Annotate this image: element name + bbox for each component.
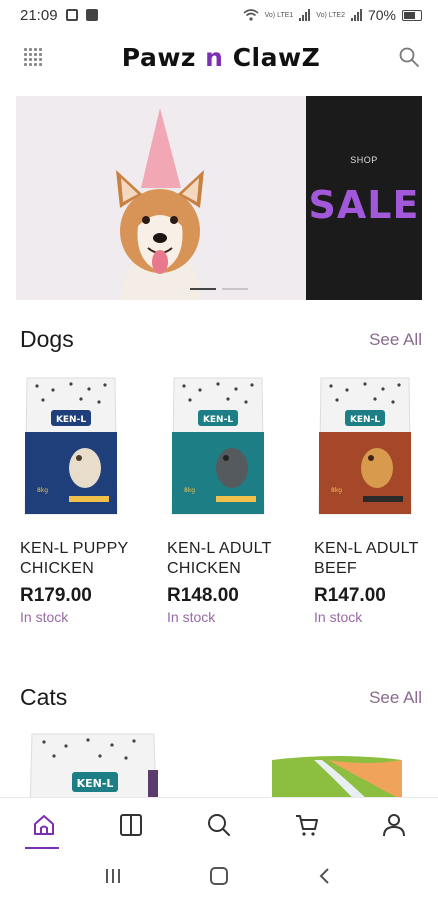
brand-text-pawz: Pawz <box>121 42 206 72</box>
status-bar: 21:09 Vo) LTE1 Vo) LTE2 70% <box>0 0 438 30</box>
brand-text-clawz: ClawZ <box>223 42 321 72</box>
nav-catalog[interactable] <box>109 803 153 847</box>
svg-text:KEN-L: KEN-L <box>56 415 86 425</box>
wifi-icon <box>243 9 259 21</box>
brand-text-n: n <box>205 42 224 72</box>
search-icon[interactable] <box>398 46 420 68</box>
product-card[interactable]: KEN-L 8kg KEN-L ADULT CHICKEN R148.00 In … <box>167 372 314 625</box>
notification-icon <box>65 9 78 21</box>
stock-status: In stock <box>167 609 216 625</box>
dogs-section-header: Dogs See All <box>20 326 422 353</box>
carousel-dot-2[interactable] <box>222 288 248 290</box>
carousel-indicator[interactable] <box>190 288 248 290</box>
sale-label: SALE <box>308 183 420 227</box>
network-label-2: Vo) LTE2 <box>316 11 345 19</box>
stock-status: In stock <box>20 609 69 625</box>
svg-text:8kg: 8kg <box>184 487 195 494</box>
svg-text:KEN-L: KEN-L <box>203 415 233 425</box>
bottom-nav <box>0 797 438 852</box>
stock-status: In stock <box>314 609 363 625</box>
svg-text:KEN-L: KEN-L <box>77 777 114 790</box>
cats-section-header: Cats See All <box>20 684 422 711</box>
signal-icon-1 <box>299 9 311 21</box>
system-nav-bar <box>0 852 438 900</box>
product-image[interactable]: KEN-L <box>28 730 178 797</box>
promo-banner[interactable]: SHOP SALE <box>16 96 422 300</box>
dogs-product-list: KEN-L 8kg KEN-L PUPPY CHICKEN R179.00 In … <box>20 372 438 625</box>
search-icon <box>207 814 230 836</box>
shop-label: SHOP <box>350 155 378 165</box>
dogs-see-all-link[interactable]: See All <box>369 330 422 350</box>
svg-text:8kg: 8kg <box>331 487 342 494</box>
back-icon[interactable] <box>314 866 336 886</box>
product-name[interactable]: KEN-L ADULT CHICKEN <box>167 539 314 579</box>
banner-dog-photo <box>16 96 306 300</box>
party-dog-illustration <box>116 108 204 300</box>
svg-text:KEN-L: KEN-L <box>350 415 380 425</box>
cart-icon <box>295 815 318 836</box>
dogs-section-title: Dogs <box>20 326 74 352</box>
user-icon <box>383 814 406 837</box>
nav-search[interactable] <box>197 803 241 847</box>
sale-panel[interactable]: SHOP SALE <box>306 96 422 300</box>
menu-grid-icon[interactable] <box>22 46 44 68</box>
product-price: R147.00 <box>314 585 386 606</box>
signal-icon-2 <box>350 9 362 21</box>
recent-apps-icon[interactable] <box>102 866 124 886</box>
product-price: R179.00 <box>20 585 92 606</box>
battery-icon <box>402 9 422 21</box>
home-icon <box>33 815 54 835</box>
catalog-icon <box>120 814 143 836</box>
status-time: 21:09 <box>20 6 58 24</box>
product-image[interactable]: KEN-L 8kg <box>23 372 119 520</box>
product-name[interactable]: KEN-L PUPPY CHICKEN <box>20 539 167 579</box>
nav-cart[interactable] <box>285 803 329 847</box>
battery-percent: 70% <box>367 7 396 23</box>
cats-product-list: KEN-L <box>20 730 420 797</box>
nav-home[interactable] <box>22 803 66 849</box>
product-image[interactable]: KEN-L 8kg <box>170 372 266 520</box>
brand-logo[interactable]: Pawz n ClawZ <box>122 43 320 72</box>
gallery-icon <box>85 9 98 21</box>
nav-account[interactable] <box>372 803 416 847</box>
cats-section-title: Cats <box>20 684 68 710</box>
carousel-dot-1[interactable] <box>190 288 216 290</box>
product-image[interactable] <box>268 730 408 797</box>
product-card[interactable]: KEN-L 8kg KEN-L ADULT BEEF R147.00 In sto… <box>314 372 438 625</box>
cats-see-all-link[interactable]: See All <box>369 688 422 708</box>
svg-text:8kg: 8kg <box>37 487 48 494</box>
product-price: R148.00 <box>167 585 239 606</box>
home-button-icon[interactable] <box>208 866 230 886</box>
app-header: Pawz n ClawZ <box>0 34 438 80</box>
product-name[interactable]: KEN-L ADULT BEEF <box>314 539 438 579</box>
product-card[interactable]: KEN-L 8kg KEN-L PUPPY CHICKEN R179.00 In … <box>20 372 167 625</box>
product-image[interactable]: KEN-L 8kg <box>317 372 413 520</box>
network-label-1: Vo) LTE1 <box>264 11 294 19</box>
